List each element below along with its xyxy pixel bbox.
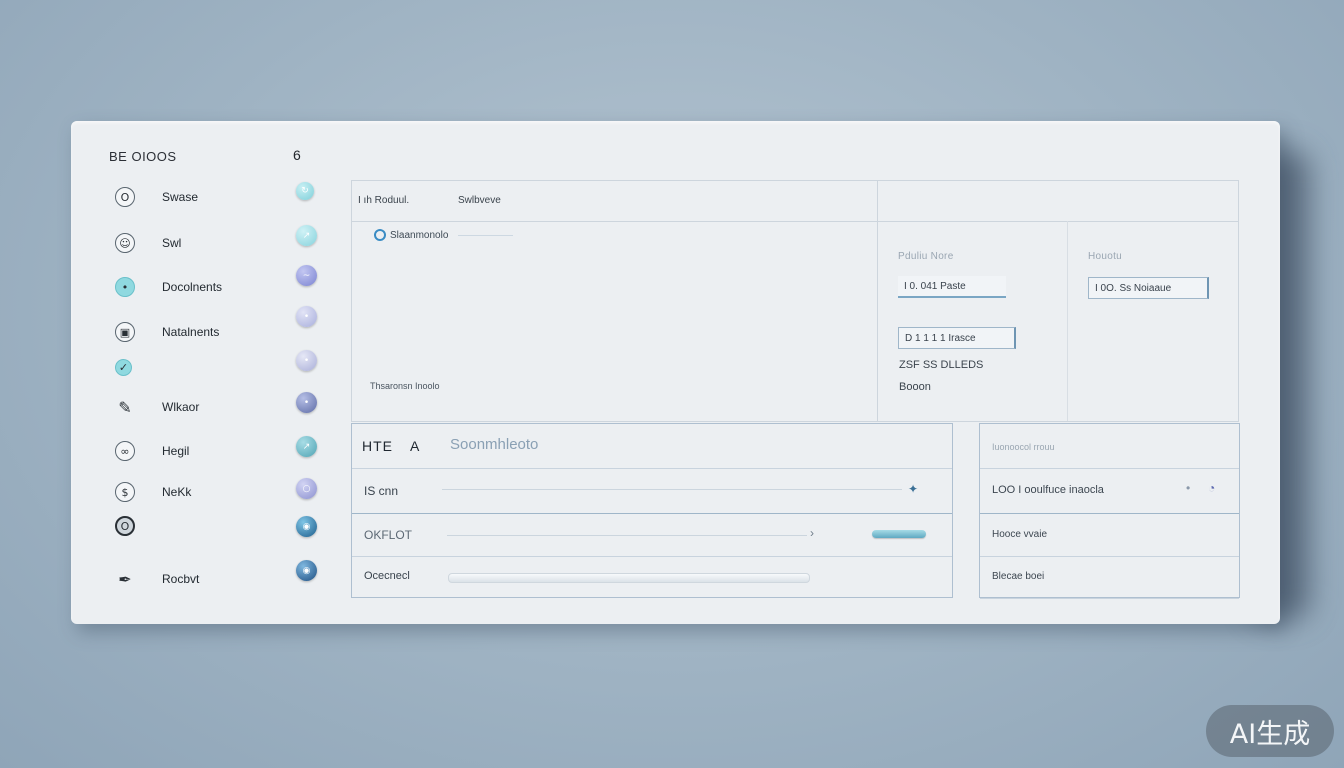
tab-service[interactable]: Swlbveve bbox=[458, 195, 501, 206]
slider-track[interactable] bbox=[448, 573, 810, 583]
sidebar-item-nekk[interactable]: $ NeKk bbox=[115, 479, 191, 505]
row-track bbox=[447, 535, 807, 536]
sidebar-item-label: Rocbvt bbox=[162, 572, 200, 586]
o-icon: O bbox=[115, 187, 135, 207]
value-text: ZSF SS DLLEDS bbox=[899, 359, 984, 371]
sidebar-item-swase[interactable]: O Swase bbox=[115, 184, 198, 210]
field-label: Pduliu Nore bbox=[898, 251, 954, 262]
progress-track bbox=[458, 234, 514, 236]
sidebar-item-hegil[interactable]: ∞ Hegil bbox=[115, 438, 189, 464]
spinner-icon bbox=[374, 229, 386, 241]
sidebar-item-docolnents[interactable]: • Docolnents bbox=[115, 274, 222, 300]
pin-icon[interactable]: ✦ bbox=[908, 482, 918, 496]
row-label: IS cnn bbox=[364, 484, 399, 498]
side-list-item[interactable]: Blecae boei bbox=[980, 557, 1239, 599]
field-label: Houotu bbox=[1088, 251, 1123, 262]
sidebar-item-label: Swl bbox=[162, 236, 182, 250]
person-icon: ☺ bbox=[115, 233, 135, 253]
app-window: BE OIOOS 6 O Swase ☺ Swl • Docolnents ▣ … bbox=[71, 121, 1280, 624]
link-icon: ∞ bbox=[115, 441, 135, 461]
dot-icon[interactable]: • bbox=[296, 392, 317, 413]
globe-icon[interactable]: ◉ bbox=[296, 560, 317, 581]
wave-icon[interactable]: ~ bbox=[296, 265, 317, 286]
form-row[interactable]: Ocecnecl bbox=[352, 557, 952, 598]
dollar-icon: $ bbox=[115, 482, 135, 502]
search-input[interactable]: Soonmhleoto bbox=[450, 436, 538, 453]
side-header: Iuonoocol rrouu bbox=[992, 442, 1055, 452]
pen-icon: ✒ bbox=[118, 569, 132, 589]
loading-indicator: Slaanmonolo bbox=[374, 229, 514, 241]
chevron-right-icon[interactable]: › bbox=[810, 526, 814, 540]
text-field-paste[interactable]: I 0. 041 Paste bbox=[898, 276, 1006, 298]
side-list-item[interactable]: Hooce vvaie bbox=[980, 514, 1239, 557]
sidebar-item-wlkaor[interactable]: ✎ Wlkaor bbox=[115, 394, 199, 420]
row-label: Ocecnecl bbox=[364, 570, 410, 582]
dot-icon[interactable]: • bbox=[296, 350, 317, 371]
value-text: Booon bbox=[899, 381, 931, 393]
sidebar-item-rocbvt[interactable]: ✒ Rocbvt bbox=[115, 566, 199, 592]
arrow-icon[interactable]: ↗ bbox=[296, 225, 317, 246]
sidebar-item-check[interactable]: ✓ bbox=[115, 354, 159, 380]
search-form: HTE A Soonmhleoto IS cnn ✦ OKFLOT › Ocec… bbox=[351, 423, 953, 598]
footnote-text: Thsaronsn Inoolo bbox=[370, 381, 440, 391]
sidebar-item-label: Docolnents bbox=[162, 280, 223, 294]
side-item-label: LOO I ooulfuce inaocla bbox=[992, 484, 1104, 496]
refresh-icon[interactable]: ↻ bbox=[296, 182, 314, 200]
divider bbox=[1067, 221, 1068, 421]
dot-icon: • bbox=[115, 277, 135, 297]
arrow-icon[interactable]: ↗ bbox=[296, 436, 317, 457]
brand-mark-icon: 6 bbox=[293, 147, 301, 163]
side-panel: Iuonoocol rrouu LOO I ooulfuce inaocla •… bbox=[979, 423, 1240, 599]
form-header-label: HTE bbox=[362, 438, 393, 454]
sidebar-item-label: Hegil bbox=[162, 444, 190, 458]
side-list-item[interactable]: LOO I ooulfuce inaocla • ◔ bbox=[980, 469, 1239, 514]
form-row[interactable]: IS cnn ✦ bbox=[352, 469, 952, 514]
form-header-label: A bbox=[410, 438, 420, 454]
row-track bbox=[442, 489, 902, 490]
loading-text: Slaanmonolo bbox=[390, 229, 449, 241]
tab-bar: I ıh Roduul. Swlbveve bbox=[352, 181, 877, 222]
divider bbox=[877, 181, 878, 421]
ai-generated-badge: AI生成 bbox=[1206, 705, 1334, 757]
globe-icon[interactable]: ◉ bbox=[296, 516, 317, 537]
sidebar-item-label: Natalnents bbox=[162, 325, 220, 339]
bird-icon: ✎ bbox=[118, 397, 132, 417]
top-panel: I ıh Roduul. Swlbveve Slaanmonolo Thsaro… bbox=[351, 180, 1239, 422]
ring-icon: O bbox=[115, 516, 135, 536]
sidebar-item-label: Wlkaor bbox=[162, 400, 200, 414]
form-row[interactable]: OKFLOT › bbox=[352, 514, 952, 557]
sidebar-item-label: Swase bbox=[162, 190, 199, 204]
form-header-row: HTE A Soonmhleoto bbox=[352, 424, 952, 469]
side-item-label: Blecae boei bbox=[992, 571, 1045, 582]
text-field-noiaaue[interactable]: I 0O. Ss Noiaaue bbox=[1088, 277, 1209, 299]
sidebar-item-natalnents[interactable]: ▣ Natalnents bbox=[115, 319, 219, 345]
circle-icon[interactable]: ◔ bbox=[1208, 481, 1215, 495]
side-header-row: Iuonoocol rrouu bbox=[980, 424, 1239, 469]
divider bbox=[877, 221, 1239, 222]
side-item-label: Hooce vvaie bbox=[992, 529, 1048, 540]
check-icon: ✓ bbox=[115, 358, 132, 376]
sidebar-item-swl[interactable]: ☺ Swl bbox=[115, 230, 181, 256]
sidebar-item-ring[interactable]: O bbox=[115, 513, 162, 539]
toggle-pill[interactable] bbox=[872, 530, 926, 538]
sidebar-item-label: NeKk bbox=[162, 485, 192, 499]
row-label: OKFLOT bbox=[364, 528, 413, 542]
dot-icon: • bbox=[1186, 481, 1191, 495]
image-icon: ▣ bbox=[115, 322, 135, 342]
brand-name: BE OIOOS bbox=[109, 149, 177, 164]
text-field-irasce[interactable]: D 1 1 1 1 Irasce bbox=[898, 327, 1016, 349]
tab-product[interactable]: I ıh Roduul. bbox=[358, 195, 409, 206]
circle-icon[interactable]: ○ bbox=[296, 478, 317, 499]
dot-icon[interactable]: • bbox=[296, 306, 317, 327]
